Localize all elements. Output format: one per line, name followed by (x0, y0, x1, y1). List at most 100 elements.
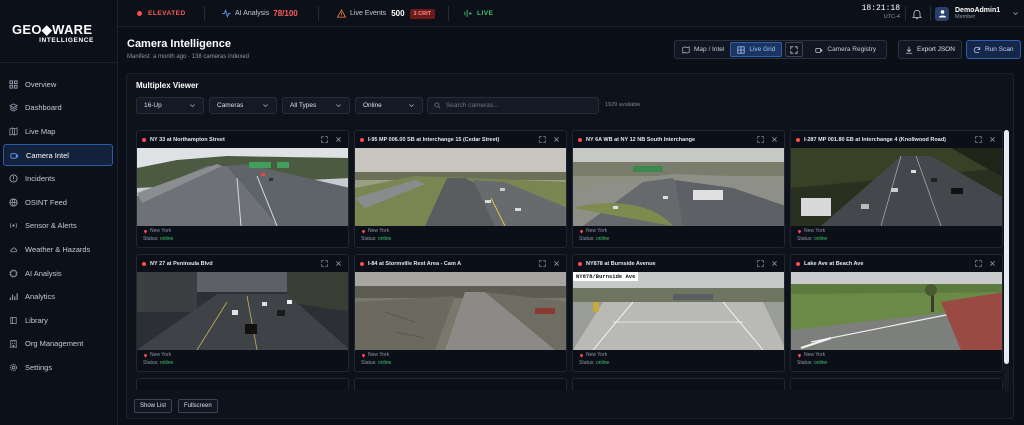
camera-status: online (159, 236, 174, 242)
camera-registry-button[interactable]: Camera Registry (809, 42, 882, 57)
close-icon[interactable] (553, 136, 560, 143)
live-indicator[interactable]: LIVE (464, 0, 493, 27)
sidebar-item-overview[interactable]: Overview (3, 73, 113, 96)
close-icon[interactable] (989, 260, 996, 267)
close-icon[interactable] (989, 136, 996, 143)
threat-level-indicator[interactable]: ELEVATED (137, 0, 186, 27)
map-intel-label: Map / Intel (694, 46, 725, 53)
map-intel-button[interactable]: Map / Intel (676, 42, 730, 57)
layout-select[interactable]: 16-Up (136, 97, 204, 114)
camera-feed[interactable] (791, 148, 1002, 226)
close-icon[interactable] (771, 260, 778, 267)
chevron-down-icon (263, 104, 268, 108)
camera-tile[interactable]: NY878 at Burnside Avenue NY878/Burnside … (572, 254, 785, 372)
close-icon[interactable] (771, 136, 778, 143)
brand-logo[interactable]: GEO◆WARE INTELLIGENCE (12, 22, 108, 44)
sidebar-item-weather-hazards[interactable]: Weather & Hazards (3, 238, 113, 261)
camera-tile-footer: New York Status: online (355, 350, 566, 368)
clock-timezone: UTC-4 (883, 14, 900, 20)
camera-tile-partial[interactable] (354, 378, 567, 390)
camera-tile-partial[interactable] (790, 378, 1003, 390)
camera-tile[interactable]: Lake Ave at Beach Ave New York Status: o… (790, 254, 1003, 372)
feed-image (137, 148, 348, 226)
camera-tile-header: NY 6A WB at NY 12 NB South Interchange (573, 131, 784, 148)
ai-analysis-indicator[interactable]: AI Analysis 78/100 (222, 0, 298, 27)
avatar (935, 6, 949, 21)
user-menu[interactable]: DemoAdmin1 Member (935, 3, 1019, 24)
source-select[interactable]: Cameras (209, 97, 277, 114)
camera-status: online (159, 360, 174, 366)
grid-scrollbar[interactable] (1004, 130, 1009, 392)
camera-status-label: Status: (797, 360, 813, 366)
live-events-indicator[interactable]: Live Events 500 3 CRIT (337, 0, 435, 27)
camera-feed[interactable] (137, 272, 348, 350)
camera-tile[interactable]: I-84 at Stormville Rest Area - Cam A New… (354, 254, 567, 372)
sidebar-item-dashboard[interactable]: Dashboard (3, 97, 113, 120)
run-scan-button[interactable]: Run Scan (966, 40, 1021, 59)
camera-feed[interactable] (355, 272, 566, 350)
sidebar-item-osint-feed[interactable]: OSINT Feed (3, 191, 113, 214)
sidebar-item-label: Library (25, 315, 48, 325)
expand-icon[interactable] (539, 260, 546, 267)
camera-registry-label: Camera Registry (827, 46, 877, 53)
sidebar-item-label: Org Management (25, 339, 84, 349)
cloud-icon (10, 247, 18, 253)
scrollbar-thumb[interactable] (1004, 130, 1009, 364)
expand-view-button[interactable] (785, 42, 804, 57)
camera-tile[interactable]: NY 27 at Peninsula Blvd New York Status:… (136, 254, 349, 372)
sidebar-item-incidents[interactable]: Incidents (3, 167, 113, 190)
expand-icon[interactable] (539, 136, 546, 143)
camera-feed[interactable] (355, 148, 566, 226)
search-input[interactable] (445, 102, 592, 109)
status-select[interactable]: Online (355, 97, 423, 114)
sidebar-item-camera-intel[interactable]: Camera Intel (3, 143, 113, 167)
camera-tile[interactable]: NY 6A WB at NY 12 NB South Interchange N… (572, 130, 785, 248)
camera-status: online (595, 236, 610, 242)
fullscreen-button[interactable]: Fullscreen (178, 399, 218, 413)
close-icon[interactable] (335, 136, 342, 143)
sidebar-item-live-map[interactable]: Live Map (3, 120, 113, 143)
camera-feed[interactable] (791, 272, 1002, 350)
user-role: Member (955, 14, 976, 20)
camera-grid: NY 33 at Northampton Street New York Sta… (136, 130, 1004, 390)
sidebar-item-label: Camera Intel (26, 150, 69, 160)
sidebar-item-org-management[interactable]: Org Management (3, 333, 113, 356)
location-pin-icon (798, 353, 801, 358)
camera-tile-partial[interactable] (136, 378, 349, 390)
close-icon[interactable] (335, 260, 342, 267)
show-list-button[interactable]: Show List (134, 399, 173, 413)
ai-analysis-score: 78/100 (273, 9, 298, 18)
bell-icon[interactable] (911, 8, 923, 20)
expand-icon[interactable] (321, 260, 328, 267)
available-count: 1929 available (605, 102, 641, 108)
brain-icon (9, 268, 18, 278)
expand-icon[interactable] (321, 136, 328, 143)
expand-icon[interactable] (757, 260, 764, 267)
clock: 18:21:18 UTC-4 (848, 4, 900, 20)
export-json-button[interactable]: Export JSON (898, 40, 962, 59)
camera-tile[interactable]: I-95 MP 006.00 SB at Interchange 15 (Ced… (354, 130, 567, 248)
camera-feed[interactable] (573, 148, 784, 226)
status-select-value: Online (363, 102, 382, 109)
type-select[interactable]: All Types (282, 97, 350, 114)
expand-icon[interactable] (757, 136, 764, 143)
sidebar-item-ai-analysis[interactable]: AI Analysis (3, 262, 113, 285)
camera-tile-header: NY 27 at Peninsula Blvd (137, 255, 348, 272)
sidebar-item-library[interactable]: Library (3, 309, 113, 332)
close-icon[interactable] (553, 260, 560, 267)
sidebar-item-settings[interactable]: Settings (3, 356, 113, 379)
camera-tile[interactable]: I-287 MP 001.80 EB at Interchange 4 (Kno… (790, 130, 1003, 248)
gear-icon (9, 363, 18, 372)
expand-icon[interactable] (975, 136, 982, 143)
camera-feed[interactable]: NY878/Burnside Ave (573, 272, 784, 350)
sidebar-item-label: Settings (25, 362, 53, 372)
camera-feed[interactable] (137, 148, 348, 226)
live-grid-button[interactable]: Live Grid (730, 42, 783, 57)
expand-icon[interactable] (975, 260, 982, 267)
camera-tile[interactable]: NY 33 at Northampton Street New York Sta… (136, 130, 349, 248)
camera-location: New York (368, 228, 390, 234)
camera-tile-partial[interactable] (572, 378, 785, 390)
sidebar-item-analytics[interactable]: Analytics (3, 285, 113, 308)
camera-tile-header: I-95 MP 006.00 SB at Interchange 15 (Ced… (355, 131, 566, 148)
sidebar-item-sensor-alerts[interactable]: Sensor & Alerts (3, 215, 113, 238)
